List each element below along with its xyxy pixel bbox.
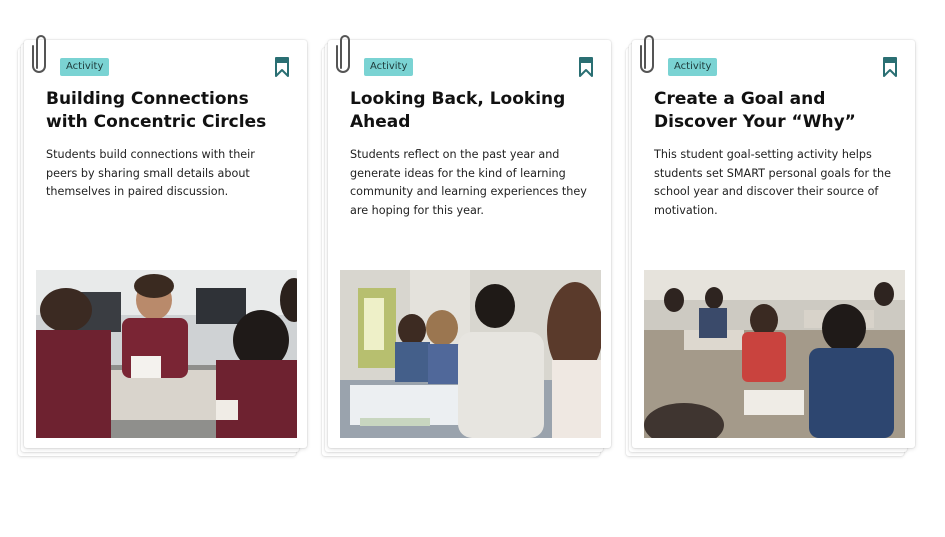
activity-card-grid: Activity Building Connections with Conce… — [0, 0, 945, 537]
activity-badge: Activity — [60, 58, 110, 76]
card-photo — [36, 270, 297, 438]
card-title[interactable]: Building Connections with Concentric Cir… — [46, 88, 291, 134]
activity-badge: Activity — [364, 58, 414, 76]
activity-card[interactable]: Activity Looking Back, Looking Ahead Stu… — [328, 35, 611, 448]
card-description: Students reflect on the past year and ge… — [350, 148, 587, 217]
card-photo — [340, 270, 601, 438]
activity-card[interactable]: Activity Create a Goal and Discover Your… — [632, 35, 915, 448]
card-title[interactable]: Create a Goal and Discover Your “Why” — [654, 88, 899, 134]
card-description: Students build connections with their pe… — [46, 148, 255, 199]
paperclip-icon — [336, 35, 350, 73]
card-description: This student goal-setting activity helps… — [654, 148, 892, 217]
activity-card[interactable]: Activity Building Connections with Conce… — [24, 35, 307, 448]
activity-card-3-stack: Activity Create a Goal and Discover Your… — [626, 35, 916, 458]
card-title[interactable]: Looking Back, Looking Ahead — [350, 88, 595, 134]
activity-card-2-stack: Activity Looking Back, Looking Ahead Stu… — [322, 35, 612, 458]
paperclip-icon — [32, 35, 46, 73]
bookmark-icon[interactable] — [882, 57, 898, 77]
bookmark-icon[interactable] — [578, 57, 594, 77]
bookmark-icon[interactable] — [274, 57, 290, 77]
card-photo — [644, 270, 905, 438]
paperclip-icon — [640, 35, 654, 73]
activity-card-1-stack: Activity Building Connections with Conce… — [18, 35, 308, 458]
activity-badge: Activity — [668, 58, 718, 76]
